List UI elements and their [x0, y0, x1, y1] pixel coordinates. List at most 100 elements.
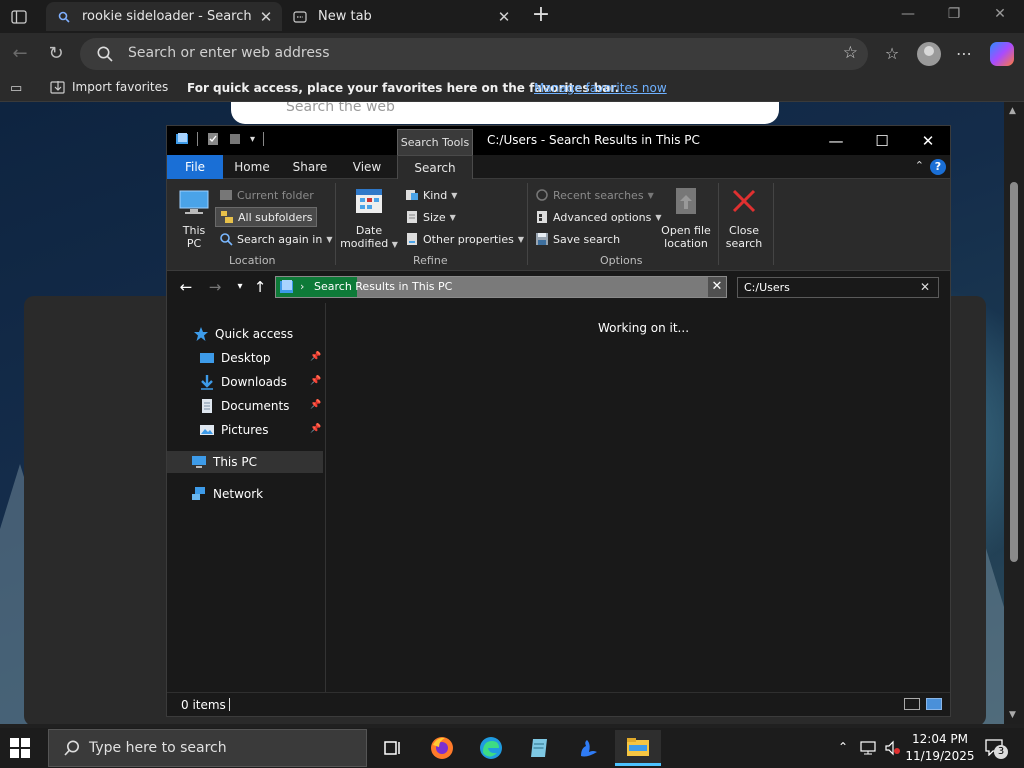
tab-new-tab[interactable]: New tab ✕	[282, 2, 520, 31]
network-status-icon[interactable]	[860, 740, 878, 759]
volume-muted-icon[interactable]	[884, 740, 902, 759]
quick-access-toolbar: ▾	[175, 132, 265, 146]
recent-locations-icon[interactable]: ▾	[229, 276, 251, 298]
nav-label: Desktop	[221, 351, 271, 365]
details-view-icon[interactable]	[904, 698, 920, 710]
ribbon-divider	[527, 183, 528, 265]
notepad-icon[interactable]	[517, 730, 563, 766]
computer-icon	[179, 190, 209, 214]
qat-dropdown-icon[interactable]: ▾	[250, 134, 255, 145]
all-subfolders-button[interactable]: All subfolders	[215, 207, 318, 227]
page-scrollbar[interactable]: ▲ ▼	[1004, 102, 1024, 724]
subfolders-icon	[221, 211, 233, 223]
close-window-icon[interactable]: ✕	[905, 128, 951, 154]
nav-quick-access[interactable]: Quick access	[193, 323, 293, 345]
search-results-pane[interactable]: Working on it...	[327, 303, 950, 692]
new-tab-button[interactable]: +	[528, 4, 554, 28]
close-window-icon[interactable]: ✕	[980, 6, 1020, 28]
nav-network[interactable]: Network	[191, 483, 263, 505]
restore-icon[interactable]: ❐	[934, 6, 974, 28]
collapse-ribbon-icon[interactable]: ⌃	[915, 159, 924, 172]
close-tab-icon[interactable]: ✕	[256, 8, 276, 26]
system-clock[interactable]: 12:04 PM 11/19/2025	[905, 731, 975, 765]
navigation-pane: Quick access Desktop 📌 Downloads 📌 Docum…	[167, 303, 326, 692]
scroll-up-icon[interactable]: ▲	[1009, 106, 1016, 116]
tab-share[interactable]: Share	[285, 155, 335, 179]
advanced-options-button[interactable]: Advanced options ▼	[535, 207, 662, 227]
manage-favorites-link[interactable]: Manage favorites now	[534, 81, 667, 95]
address-bar[interactable]: Search or enter web address ☆	[80, 38, 868, 70]
tab-search[interactable]: Search	[397, 155, 473, 179]
current-folder-button[interactable]: Current folder	[219, 185, 314, 205]
nav-desktop[interactable]: Desktop 📌	[199, 347, 324, 369]
properties-icon[interactable]	[206, 132, 220, 146]
close-tab-icon[interactable]: ✕	[494, 8, 514, 26]
search-again-label: Search again in	[237, 232, 323, 246]
refine-group-label: Refine	[413, 254, 448, 267]
firefox-icon[interactable]	[419, 730, 465, 766]
kind-button[interactable]: Kind ▼	[405, 185, 457, 205]
taskbar-search-box[interactable]: Type here to search	[48, 729, 367, 767]
size-button[interactable]: Size ▼	[405, 207, 456, 227]
scrollbar-thumb[interactable]	[1010, 182, 1018, 562]
explorer-address-bar[interactable]: › Search Results in This PC ✕	[275, 276, 727, 298]
notification-center-icon[interactable]: 3	[984, 738, 1008, 759]
explorer-search-box[interactable]: C:/Users ✕	[737, 277, 939, 298]
favorite-star-icon[interactable]: ☆	[843, 43, 858, 63]
nav-documents[interactable]: Documents 📌	[199, 395, 324, 417]
back-icon[interactable]: ←	[175, 276, 197, 298]
import-favorites-button[interactable]: Import favorites	[50, 80, 168, 94]
recent-searches-button[interactable]: Recent searches ▼	[535, 185, 654, 205]
forward-icon[interactable]: →	[204, 276, 226, 298]
minimize-icon[interactable]: —	[888, 6, 928, 28]
open-file-location-button[interactable]: Open file location	[657, 185, 715, 250]
tab-file[interactable]: File	[167, 155, 223, 179]
help-icon[interactable]: ?	[930, 159, 946, 175]
nav-label: Downloads	[221, 375, 287, 389]
collections-icon[interactable]: ▭	[10, 81, 22, 96]
clear-search-icon[interactable]: ✕	[920, 280, 930, 294]
tab-view[interactable]: View	[343, 155, 391, 179]
nav-this-pc[interactable]: This PC	[167, 451, 323, 473]
nav-pictures[interactable]: Pictures 📌	[199, 419, 324, 441]
large-icons-view-icon[interactable]	[926, 698, 942, 710]
nav-downloads[interactable]: Downloads 📌	[199, 371, 324, 393]
favorites-icon[interactable]: ☆	[879, 42, 905, 66]
tab-home[interactable]: Home	[227, 155, 277, 179]
date-modified-button[interactable]: Date modified ▼	[339, 185, 399, 251]
search-box-value: C:/Users	[744, 281, 790, 294]
search-again-in-button[interactable]: Search again in ▼	[219, 229, 332, 249]
network-icon	[192, 487, 205, 500]
file-explorer-window: ▾ Search Tools C:/Users - Search Results…	[166, 125, 951, 717]
maximize-icon[interactable]: ☐	[859, 128, 905, 154]
quick-access-star-icon	[194, 327, 208, 341]
close-search-button[interactable]: Close search	[721, 185, 767, 250]
edge-icon[interactable]	[468, 730, 514, 766]
minimize-icon[interactable]: —	[813, 128, 859, 154]
back-icon[interactable]: ←	[6, 40, 34, 68]
other-properties-button[interactable]: Other properties ▼	[405, 229, 524, 249]
web-search-box[interactable]: Search the web	[231, 102, 779, 124]
app-swan-icon[interactable]	[566, 730, 612, 766]
show-hidden-icons-icon[interactable]: ⌃	[838, 740, 848, 754]
breadcrumb[interactable]: Search Results in This PC	[314, 280, 452, 293]
more-options-icon[interactable]: ⋯	[951, 42, 977, 66]
save-search-button[interactable]: Save search	[535, 229, 620, 249]
chevron-down-icon: ▼	[326, 234, 333, 244]
start-button[interactable]	[10, 738, 30, 758]
new-folder-icon[interactable]	[228, 132, 242, 146]
profile-avatar[interactable]	[917, 42, 941, 66]
copilot-icon[interactable]	[990, 42, 1014, 66]
task-view-icon[interactable]	[369, 730, 415, 766]
scroll-down-icon[interactable]: ▼	[1009, 710, 1016, 720]
refresh-icon[interactable]: ↻	[42, 40, 70, 68]
tab-search[interactable]: rookie sideloader - Search ✕	[46, 2, 282, 31]
stop-search-icon[interactable]: ✕	[708, 277, 726, 297]
up-icon[interactable]: ↑	[249, 276, 271, 298]
tab-actions-icon[interactable]	[6, 6, 32, 28]
file-explorer-taskbar-icon[interactable]	[615, 730, 661, 766]
ribbon-divider	[718, 183, 719, 265]
pin-icon: 📌	[310, 352, 322, 362]
browser-tab-bar: rookie sideloader - Search ✕ New tab ✕ +…	[0, 0, 1024, 33]
this-pc-scope-button[interactable]: This PC	[175, 185, 213, 250]
